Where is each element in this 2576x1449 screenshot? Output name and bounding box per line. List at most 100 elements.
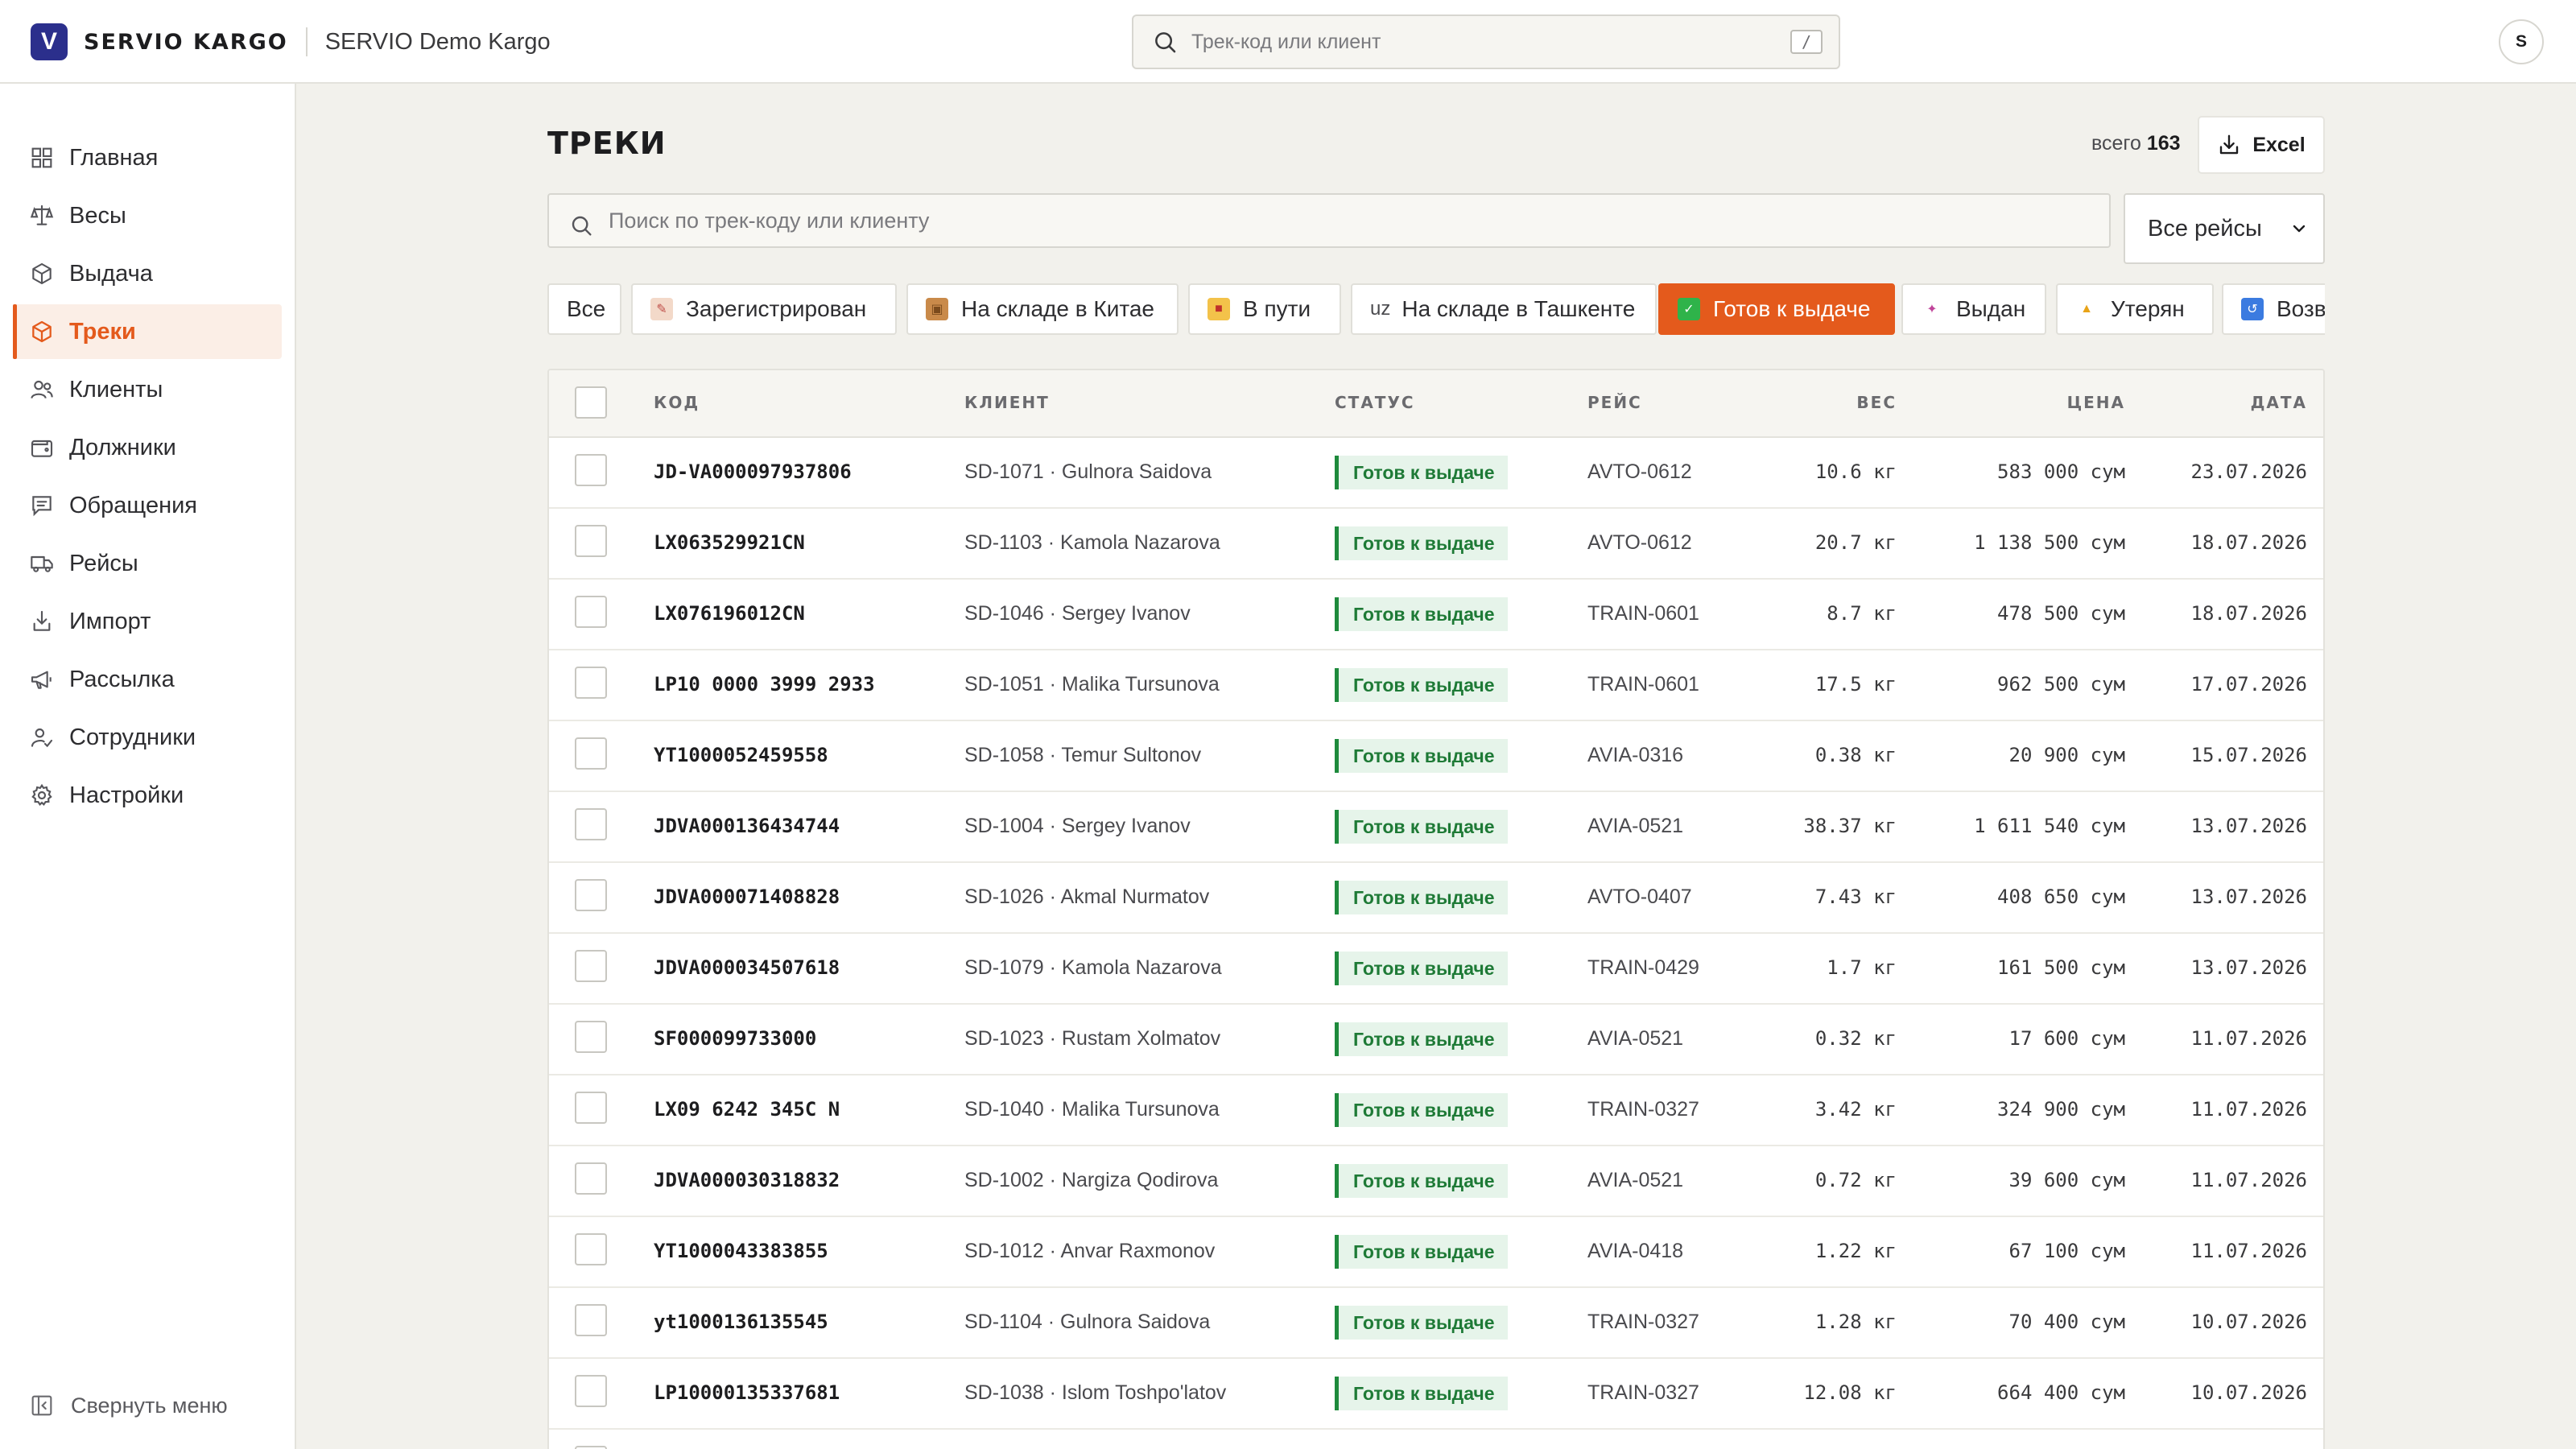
status-filter-chips: Все ✎ Зарегистрирован ▣ На складе в Кита…: [547, 283, 2325, 336]
row-checkbox[interactable]: [575, 525, 607, 557]
table-row[interactable]: JDVA000136434744 SD-1004 · Sergey Ivanov Г…: [549, 792, 2323, 863]
global-search[interactable]: Трек-код или клиент /: [1132, 14, 1840, 69]
column-header-client[interactable]: КЛИЕНТ: [964, 393, 1050, 412]
track-code[interactable]: LX063529921CN: [654, 531, 805, 554]
chip-all[interactable]: Все: [547, 283, 621, 335]
row-checkbox[interactable]: [575, 1446, 607, 1449]
track-code[interactable]: JDVA000071408828: [654, 886, 840, 908]
table-row[interactable]: LX063529921CN SD-1103 · Kamola Nazarova Го…: [549, 509, 2323, 580]
excel-export-button[interactable]: Excel: [2198, 116, 2325, 174]
chip-registered[interactable]: ✎ Зарегистрирован: [631, 283, 897, 335]
row-checkbox[interactable]: [575, 596, 607, 628]
row-checkbox[interactable]: [575, 454, 607, 486]
table-row[interactable]: yt1000136135545 SD-1104 · Gulnora Saidova…: [549, 1288, 2323, 1359]
track-code[interactable]: LX076196012CN: [654, 602, 805, 625]
client-name[interactable]: SD-1079 · Kamola Nazarova: [964, 956, 1222, 980]
sidebar-item-debtors[interactable]: Должники: [13, 420, 282, 475]
search-shortcut-key: /: [1790, 30, 1823, 54]
user-avatar[interactable]: S: [2499, 19, 2544, 64]
client-name[interactable]: SD-1103 · Kamola Nazarova: [964, 531, 1220, 555]
column-header-code[interactable]: КОД: [654, 393, 700, 412]
sidebar-item-tracks[interactable]: Треки: [13, 304, 282, 359]
client-name[interactable]: SD-1051 · Malika Tursunova: [964, 673, 1220, 696]
client-name[interactable]: SD-1071 · Gulnora Saidova: [964, 460, 1212, 484]
table-row[interactable]: SF000099733000 SD-1023 · Rustam Xolmatov Г…: [549, 1005, 2323, 1075]
table-row[interactable]: JDVA000071408828 SD-1026 · Akmal Nurmatov…: [549, 863, 2323, 934]
track-code[interactable]: SF000099733000: [654, 1027, 816, 1050]
table-row[interactable]: LP10 0000 3999 2933 SD-1051 · Malika Turs…: [549, 650, 2323, 721]
row-checkbox[interactable]: [575, 1233, 607, 1265]
sidebar-item-clients[interactable]: Клиенты: [13, 362, 282, 417]
chip-china-warehouse[interactable]: ▣ На складе в Китае: [906, 283, 1179, 335]
track-code[interactable]: yt1000136135545: [654, 1311, 828, 1333]
client-name[interactable]: SD-1104 · Gulnora Saidova: [964, 1311, 1210, 1334]
chip-in-transit[interactable]: ■ В пути: [1188, 283, 1341, 335]
column-header-flight[interactable]: РЕЙС: [1587, 393, 1642, 412]
package-icon: ▣: [926, 298, 948, 320]
collapse-menu-button[interactable]: Свернуть меню: [29, 1393, 228, 1418]
table-row[interactable]: LP10000135337681 SD-1038 · Islom Toshpo'l…: [549, 1359, 2323, 1430]
row-checkbox[interactable]: [575, 879, 607, 911]
sidebar-item-staff[interactable]: Сотрудники: [13, 710, 282, 765]
track-code[interactable]: LX09 6242 345C N: [654, 1098, 840, 1121]
flight-filter-select[interactable]: Все рейсы: [2124, 193, 2325, 264]
table-row[interactable]: YT1000052459558 SD-1058 · Temur Sultonov Г…: [549, 721, 2323, 792]
row-checkbox[interactable]: [575, 1304, 607, 1336]
track-code[interactable]: JD-VA000097937806: [654, 460, 852, 483]
flight-code: TRAIN-0601: [1587, 602, 1699, 625]
chip-issued[interactable]: ✦ Выдан: [1901, 283, 2046, 335]
client-name[interactable]: SD-1002 · Nargiza Qodirova: [964, 1169, 1218, 1192]
row-checkbox[interactable]: [575, 1021, 607, 1053]
check-icon: ✓: [1678, 298, 1700, 320]
client-name[interactable]: SD-1004 · Sergey Ivanov: [964, 815, 1191, 838]
sidebar-item-mailing[interactable]: Рассылка: [13, 652, 282, 707]
sidebar-item-issue[interactable]: Выдача: [13, 246, 282, 301]
select-all-checkbox[interactable]: [575, 386, 607, 419]
sidebar-item-scales[interactable]: Весы: [13, 188, 282, 243]
track-search-input[interactable]: Поиск по трек-коду или клиенту: [547, 193, 2111, 248]
table-row[interactable]: YT1000043383855 SD-1012 · Anvar Raxmonov Г…: [549, 1217, 2323, 1288]
chip-tashkent-warehouse[interactable]: uz На складе в Ташкенте: [1351, 283, 1657, 335]
row-checkbox[interactable]: [575, 737, 607, 770]
chip-lost[interactable]: ▲ Утерян: [2056, 283, 2214, 335]
table-row[interactable]: JDVA000030318832 SD-1002 · Nargiza Qodiro…: [549, 1146, 2323, 1217]
table-row[interactable]: JDVA000034507618 SD-1079 · Kamola Nazarov…: [549, 934, 2323, 1005]
client-name[interactable]: SD-1038 · Islom Toshpo'latov: [964, 1381, 1226, 1405]
sidebar-item-settings[interactable]: Настройки: [13, 768, 282, 823]
brand[interactable]: V SERVIO KARGO SERVIO Demo Kargo: [31, 23, 551, 61]
track-code[interactable]: LP10000135337681: [654, 1381, 840, 1404]
table-row[interactable]: [549, 1430, 2323, 1449]
row-checkbox[interactable]: [575, 1375, 607, 1407]
chip-returned[interactable]: ↺ Возвр: [2222, 283, 2325, 335]
column-header-date[interactable]: ДАТА: [2251, 393, 2307, 412]
track-code[interactable]: YT1000052459558: [654, 744, 828, 766]
chip-ready-for-pickup[interactable]: ✓ Готов к выдаче: [1658, 283, 1895, 335]
sidebar-item-requests[interactable]: Обращения: [13, 478, 282, 533]
row-checkbox[interactable]: [575, 667, 607, 699]
table-row[interactable]: LX09 6242 345C N SD-1040 · Malika Tursuno…: [549, 1075, 2323, 1146]
track-code[interactable]: YT1000043383855: [654, 1240, 828, 1262]
sidebar-item-flights[interactable]: Рейсы: [13, 536, 282, 591]
table-row[interactable]: JD-VA000097937806 SD-1071 · Gulnora Saido…: [549, 438, 2323, 509]
client-name[interactable]: SD-1012 · Anvar Raxmonov: [964, 1240, 1215, 1263]
client-name[interactable]: SD-1040 · Malika Tursunova: [964, 1098, 1220, 1121]
status-badge: Готов к выдаче: [1335, 668, 1508, 702]
track-code[interactable]: LP10 0000 3999 2933: [654, 673, 875, 696]
track-code[interactable]: JDVA000034507618: [654, 956, 840, 979]
sidebar-item-import[interactable]: Импорт: [13, 594, 282, 649]
row-checkbox[interactable]: [575, 808, 607, 840]
client-name[interactable]: SD-1026 · Akmal Nurmatov: [964, 886, 1209, 909]
column-header-price[interactable]: ЦЕНА: [2067, 393, 2125, 412]
track-code[interactable]: JDVA000030318832: [654, 1169, 840, 1191]
row-checkbox[interactable]: [575, 1162, 607, 1195]
row-checkbox[interactable]: [575, 950, 607, 982]
sidebar-item-home[interactable]: Главная: [13, 130, 282, 185]
column-header-status[interactable]: СТАТУС: [1335, 393, 1415, 412]
track-code[interactable]: JDVA000136434744: [654, 815, 840, 837]
table-row[interactable]: LX076196012CN SD-1046 · Sergey Ivanov Гото…: [549, 580, 2323, 650]
column-header-weight[interactable]: ВЕС: [1856, 393, 1897, 412]
row-checkbox[interactable]: [575, 1092, 607, 1124]
client-name[interactable]: SD-1023 · Rustam Xolmatov: [964, 1027, 1220, 1051]
client-name[interactable]: SD-1046 · Sergey Ivanov: [964, 602, 1191, 625]
client-name[interactable]: SD-1058 · Temur Sultonov: [964, 744, 1201, 767]
